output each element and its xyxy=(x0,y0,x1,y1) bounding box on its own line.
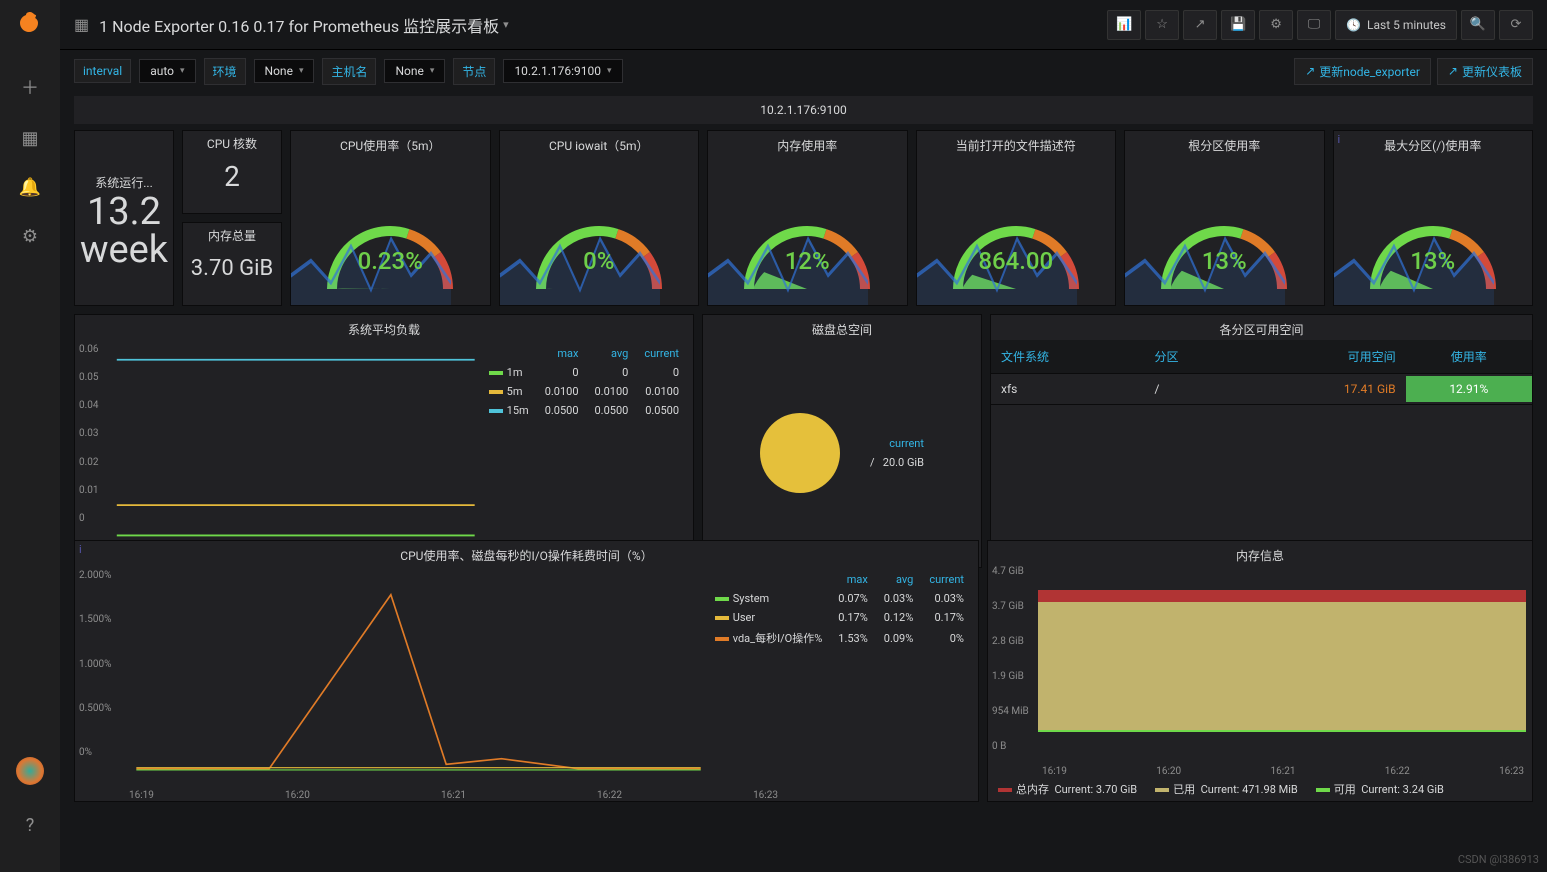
link-update-exporter[interactable]: ↗更新node_exporter xyxy=(1294,58,1431,85)
grafana-logo-icon[interactable] xyxy=(18,10,42,40)
var-node-select[interactable]: 10.2.1.176:9100▾ xyxy=(503,59,622,83)
alerting-icon[interactable]: 🔔 xyxy=(19,177,41,198)
star-icon[interactable]: ☆ xyxy=(1145,10,1179,40)
external-link-icon: ↗ xyxy=(1305,64,1315,78)
time-picker[interactable]: 🕓Last 5 minutes xyxy=(1335,10,1457,40)
chevron-down-icon[interactable]: ▾ xyxy=(503,18,509,31)
var-host-label: 主机名 xyxy=(322,58,376,85)
gauge-2: 内存使用率12% xyxy=(707,130,908,306)
table-row: xfs / 17.41 GiB 12.91% xyxy=(991,374,1532,405)
var-node-label: 节点 xyxy=(453,58,495,85)
link-update-dashboard[interactable]: ↗更新仪表板 xyxy=(1437,58,1533,85)
partition-table: 文件系统分区 可用空间使用率 xfs / 17.41 GiB 12.91% xyxy=(991,340,1532,405)
var-interval-label: interval xyxy=(74,59,131,83)
row-header[interactable]: 10.2.1.176:9100 xyxy=(74,96,1533,124)
refresh-icon[interactable]: ⟳ xyxy=(1499,10,1533,40)
config-icon[interactable]: ⚙ xyxy=(22,226,38,247)
gauge-3: 当前打开的文件描述符864.00 xyxy=(916,130,1117,306)
cycle-view-icon[interactable]: 🖵 xyxy=(1297,10,1331,40)
help-icon[interactable]: ? xyxy=(26,815,35,836)
create-icon[interactable]: ＋ xyxy=(21,74,39,100)
panel-cpuio: i CPU使用率、磁盘每秒的I/O操作耗费时间（%） 2.000%1.500%1… xyxy=(74,540,979,802)
uptime-value: 13.2 week xyxy=(75,193,173,269)
var-interval-select[interactable]: auto▾ xyxy=(139,59,195,83)
panel-uptime: 系统运行... 13.2 week xyxy=(74,130,174,306)
topbar: ▦ 1 Node Exporter 0.16 0.17 for Promethe… xyxy=(60,0,1547,50)
avatar[interactable] xyxy=(16,757,44,785)
watermark: CSDN @l386913 xyxy=(1458,853,1539,866)
var-host-select[interactable]: None▾ xyxy=(384,59,445,83)
gauge-4: 根分区使用率13% xyxy=(1124,130,1325,306)
save-icon[interactable]: 💾 xyxy=(1221,10,1255,40)
panel-load: 系统平均负载 0.060.050.040.030.020.010 maxavgc… xyxy=(74,314,694,568)
panel-memory: 内存信息 4.7 GiB3.7 GiB2.8 GiB1.9 GiB954 MiB… xyxy=(987,540,1533,802)
table-header-row: 文件系统分区 可用空间使用率 xyxy=(991,340,1532,374)
sidebar: ＋ ▦ 🔔 ⚙ ? xyxy=(0,0,60,872)
clock-icon: 🕓 xyxy=(1346,18,1361,32)
add-panel-icon[interactable]: 📊 xyxy=(1107,10,1141,40)
variables-row: interval auto▾ 环境 None▾ 主机名 None▾ 节点 10.… xyxy=(60,50,1547,92)
panel-cores-mem: CPU 核数2 内存总量3.70 GiB xyxy=(182,130,282,306)
pie-chart xyxy=(760,413,840,493)
panel-disk: 磁盘总空间 current / 20.0 GiB xyxy=(702,314,982,568)
gauge-5: i最大分区(/)使用率13% xyxy=(1333,130,1534,306)
panel-partitions: 各分区可用空间 文件系统分区 可用空间使用率 xfs / 17.41 GiB 1… xyxy=(990,314,1533,568)
gauge-1: CPU iowait（5m）0% xyxy=(499,130,700,306)
external-link-icon: ↗ xyxy=(1448,64,1458,78)
zoom-out-icon[interactable]: 🔍 xyxy=(1461,10,1495,40)
share-icon[interactable]: ↗ xyxy=(1183,10,1217,40)
settings-icon[interactable]: ⚙ xyxy=(1259,10,1293,40)
dashboard-title[interactable]: 1 Node Exporter 0.16 0.17 for Prometheus… xyxy=(99,13,499,37)
dashboards-icon[interactable]: ▦ xyxy=(21,128,38,149)
var-env-select[interactable]: None▾ xyxy=(254,59,315,83)
gauge-0: CPU使用率（5m）0.23% xyxy=(290,130,491,306)
dashboard-grid-icon[interactable]: ▦ xyxy=(74,15,89,34)
info-icon: i xyxy=(79,543,82,556)
info-icon: i xyxy=(1338,133,1341,146)
var-env-label: 环境 xyxy=(204,58,246,85)
